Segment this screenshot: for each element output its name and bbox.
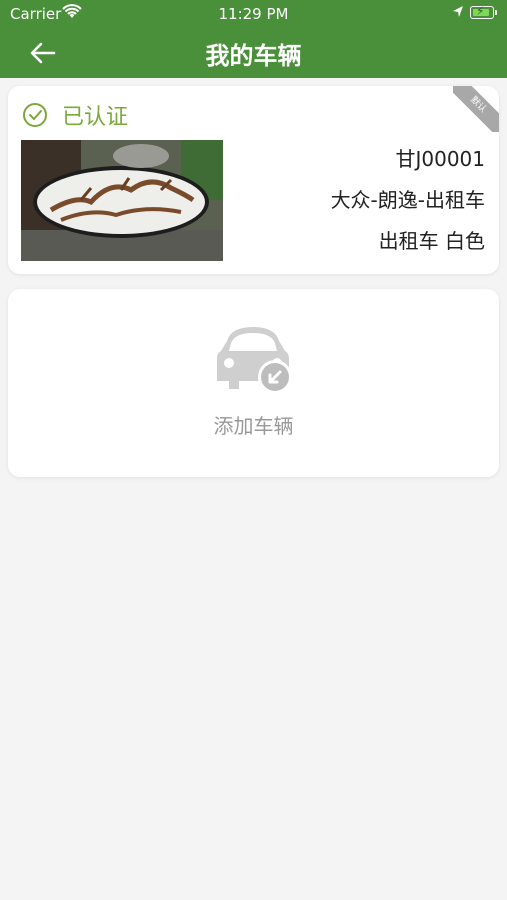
vehicle-photo: [21, 140, 223, 261]
location-icon: [452, 5, 464, 23]
app-header: Carrier 11:29 PM ⚡ 我的车辆: [0, 0, 507, 78]
default-badge: 默认: [453, 86, 499, 132]
vehicle-info: 甘J00001 大众-朗逸-出租车 出租车 白色: [331, 144, 485, 267]
battery-icon: ⚡: [470, 4, 494, 19]
battery-tip: [495, 10, 497, 15]
vehicle-model: 大众-朗逸-出租车: [330, 188, 485, 212]
page-title: 我的车辆: [205, 42, 302, 70]
status-time: 11:29 PM: [218, 5, 289, 23]
status-bar: Carrier 11:29 PM ⚡: [0, 0, 507, 26]
add-vehicle-card[interactable]: 添加车辆: [8, 289, 499, 477]
verified-status: 已认证: [22, 100, 128, 130]
add-vehicle-label: 添加车辆: [213, 414, 294, 438]
car-add-icon: [217, 327, 292, 394]
verified-label: 已认证: [62, 105, 129, 130]
vehicle-plate: 甘J00001: [395, 147, 485, 171]
check-circle-icon: [23, 103, 47, 127]
default-badge-label: 默认: [453, 86, 499, 132]
vehicle-card[interactable]: 已认证 默认 甘J00001 大众-朗逸-出租车 出租车 白色: [8, 86, 499, 274]
vehicle-type-color: 出租车 白色: [378, 229, 485, 253]
